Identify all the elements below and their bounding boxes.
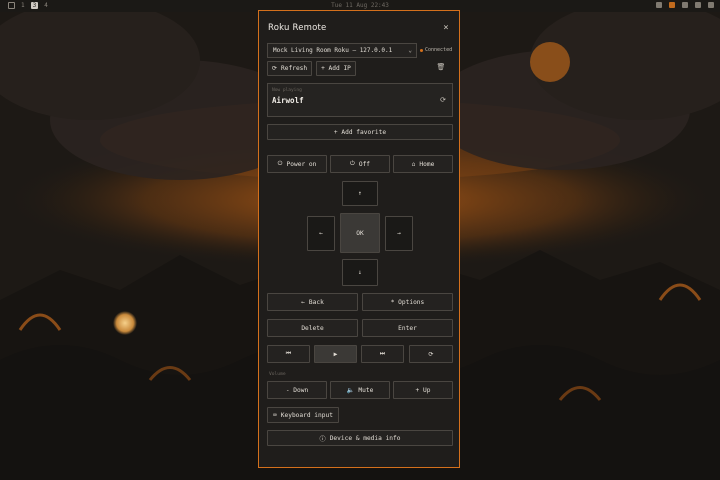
tray-icon[interactable] (669, 2, 675, 8)
refresh-icon[interactable]: ⟳ (440, 96, 446, 104)
off-label: Off (358, 160, 371, 168)
clock: Tue 11 Aug 22:43 (331, 2, 389, 9)
device-select-value: Mock Living Room Roku — 127.0.0.1 (273, 47, 393, 54)
enter-button[interactable]: Enter (362, 319, 453, 337)
ok-label: OK (356, 229, 364, 237)
replay-button[interactable]: ⟳ (409, 345, 453, 363)
previous-button[interactable]: ⏮ (267, 345, 310, 363)
tray-icon[interactable] (695, 2, 701, 8)
window-title: Roku Remote (268, 23, 327, 33)
power-on-label: Power on (286, 160, 317, 168)
chevron-down-icon: ⌄ (408, 47, 412, 54)
keyboard-input-button[interactable]: ⌨ Keyboard input (267, 407, 339, 423)
device-media-info-button[interactable]: ⓘ Device & media info (267, 430, 453, 446)
down-button[interactable]: ↓ (342, 259, 378, 286)
home-icon: ⌂ (411, 160, 416, 168)
refresh-button[interactable]: ⟳ Refresh (267, 61, 312, 76)
ok-button[interactable]: OK (340, 213, 380, 253)
play-pause-button[interactable]: ▶ (314, 345, 357, 363)
roku-remote-window: Roku Remote × Mock Living Room Roku — 12… (258, 10, 460, 468)
now-playing-card: Now playing Airwolf ⟳ (267, 83, 453, 117)
arrow-left-icon: ← (301, 298, 305, 306)
arrow-right-icon: → (397, 230, 401, 237)
tray-icon[interactable] (708, 2, 714, 8)
device-media-info-label: Device & media info (329, 434, 401, 442)
enter-label: Enter (398, 324, 417, 332)
home-button[interactable]: ⌂ Home (393, 155, 453, 173)
delete-button[interactable]: Delete (267, 319, 358, 337)
volume-up-button[interactable]: + Up (393, 381, 453, 399)
play-icon: ▶ (333, 350, 338, 358)
tray-icon[interactable] (656, 2, 662, 8)
mute-button[interactable]: 🔈 Mute (330, 381, 390, 399)
arrow-up-icon: ↑ (358, 190, 362, 197)
status-text: Connected (425, 47, 453, 53)
info-icon: ⓘ (319, 435, 326, 443)
skip-forward-icon: ⏭ (379, 350, 386, 357)
mute-label: Mute (358, 386, 374, 394)
off-button[interactable]: ⏻ Off (330, 155, 390, 173)
home-label: Home (419, 160, 435, 168)
skip-back-icon: ⏮ (285, 350, 292, 357)
up-button[interactable]: ↑ (342, 181, 378, 206)
volume-down-button[interactable]: - Down (267, 381, 327, 399)
volume-up-label: + Up (415, 386, 431, 394)
left-button[interactable]: ← (307, 216, 335, 251)
delete-label: Delete (301, 324, 324, 332)
add-favorite-button[interactable]: + Add favorite (267, 124, 453, 140)
refresh-label: Refresh (281, 65, 308, 72)
add-ip-label: + Add IP (321, 65, 351, 72)
arrow-left-icon: ← (319, 230, 323, 237)
now-playing-title: Airwolf (272, 96, 304, 105)
add-favorite-label: + Add favorite (333, 128, 387, 136)
close-button[interactable]: × (441, 23, 451, 33)
keyboard-icon: ⌨ (273, 411, 277, 419)
speaker-mute-icon: 🔈 (346, 387, 355, 394)
arrow-down-icon: ↓ (358, 269, 362, 276)
system-tray (656, 2, 714, 8)
connection-status: Connected (420, 47, 452, 53)
volume-down-label: - Down (285, 386, 309, 394)
keyboard-input-label: Keyboard input (280, 411, 333, 419)
power-on-button[interactable]: ⏻ Power on (267, 155, 327, 173)
device-select[interactable]: Mock Living Room Roku — 127.0.0.1 ⌄ (267, 43, 417, 58)
now-playing-label: Now playing (272, 88, 302, 93)
volume-label: Volume (269, 372, 286, 377)
back-label: Back (308, 298, 324, 306)
next-button[interactable]: ⏭ (361, 345, 404, 363)
refresh-icon: ⟳ (271, 65, 278, 72)
power-icon: ⏻ (349, 160, 355, 167)
add-ip-button[interactable]: + Add IP (316, 61, 356, 76)
replay-icon: ⟳ (428, 350, 434, 358)
tray-icon[interactable] (682, 2, 688, 8)
trash-icon[interactable]: 🗑 (436, 63, 446, 73)
power-icon: ⏻ (277, 160, 283, 167)
status-dot-icon (420, 48, 423, 52)
options-button[interactable]: * Options (362, 293, 453, 311)
back-button[interactable]: ← Back (267, 293, 358, 311)
options-label: * Options (390, 298, 425, 306)
right-button[interactable]: → (385, 216, 413, 251)
